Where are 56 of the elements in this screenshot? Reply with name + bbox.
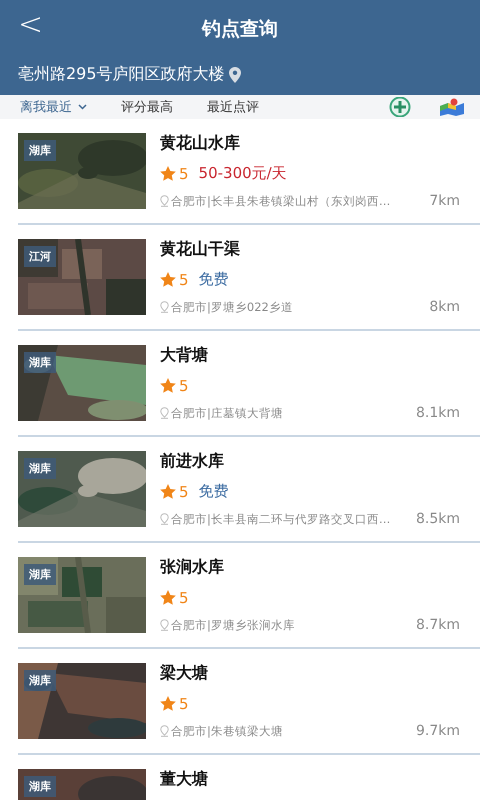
location-pin-icon xyxy=(160,301,169,313)
star-icon xyxy=(160,378,176,393)
current-address: 亳州路295号庐阳区政府大楼 xyxy=(18,64,225,85)
star-icon xyxy=(160,272,176,287)
spot-address: 合肥市|罗塘乡022乡道 xyxy=(171,300,293,314)
distance-label: 8.1km xyxy=(416,405,460,421)
star-icon xyxy=(160,590,176,605)
category-tag: 湖库 xyxy=(24,670,56,691)
rating-value: 5 xyxy=(179,376,189,394)
category-tag: 江河 xyxy=(24,246,56,267)
map-icon[interactable] xyxy=(438,98,466,116)
spot-address: 合肥市|长丰县朱巷镇梁山村（东刘岗西… xyxy=(171,194,390,208)
spot-name[interactable]: 梁大塘 xyxy=(160,663,460,684)
spot-name[interactable]: 大背塘 xyxy=(160,345,460,366)
rating-value: 5 xyxy=(179,270,189,288)
star-icon xyxy=(160,696,176,711)
spot-name[interactable]: 张涧水库 xyxy=(160,557,460,578)
sort-tab[interactable]: 评分最高 xyxy=(121,98,173,116)
spot-address: 合肥市|庄墓镇大背塘 xyxy=(171,406,283,420)
spot-name[interactable]: 黄花山干渠 xyxy=(160,239,460,260)
price-label: 免费 xyxy=(198,482,229,501)
sort-tab[interactable]: 最近点评 xyxy=(207,98,259,116)
category-tag: 湖库 xyxy=(24,458,56,479)
location-pin-icon xyxy=(160,725,169,737)
location-pin-icon xyxy=(160,619,169,631)
rating-value: 5 xyxy=(179,694,189,712)
spot-address: 合肥市|长丰县南二环与代罗路交叉口西… xyxy=(171,512,390,526)
star-icon xyxy=(160,484,176,499)
distance-label: 9.7km xyxy=(416,723,460,739)
category-tag: 湖库 xyxy=(24,564,56,585)
location-pin-icon xyxy=(228,66,241,82)
location-pin-icon xyxy=(160,513,169,525)
category-tag: 湖库 xyxy=(24,140,56,161)
spot-name[interactable]: 董大塘 xyxy=(160,769,460,790)
distance-label: 8.7km xyxy=(416,617,460,633)
rating-value: 5 xyxy=(179,164,189,182)
location-pin-icon xyxy=(160,407,169,419)
spot-name[interactable]: 黄花山水库 xyxy=(160,133,460,154)
sort-tab[interactable]: 离我最近 xyxy=(20,98,87,116)
add-icon[interactable] xyxy=(388,97,412,117)
category-tag: 湖库 xyxy=(24,776,56,797)
category-tag: 湖库 xyxy=(24,352,56,373)
rating-value: 5 xyxy=(179,588,189,606)
price-label: 免费 xyxy=(198,270,229,289)
star-icon xyxy=(160,166,176,181)
location-pin-icon xyxy=(160,195,169,207)
spot-name[interactable]: 前进水库 xyxy=(160,451,460,472)
back-button[interactable]: < xyxy=(18,10,44,40)
spot-address: 合肥市|朱巷镇梁大塘 xyxy=(171,724,283,738)
price-label: 50-300元/天 xyxy=(198,164,287,183)
rating-value: 5 xyxy=(179,482,189,500)
distance-label: 8.5km xyxy=(416,511,460,527)
distance-label: 7km xyxy=(429,193,460,209)
distance-label: 8km xyxy=(429,299,460,315)
spot-address: 合肥市|罗塘乡张涧水库 xyxy=(171,618,295,632)
page-title: 钓点查询 xyxy=(202,17,278,42)
